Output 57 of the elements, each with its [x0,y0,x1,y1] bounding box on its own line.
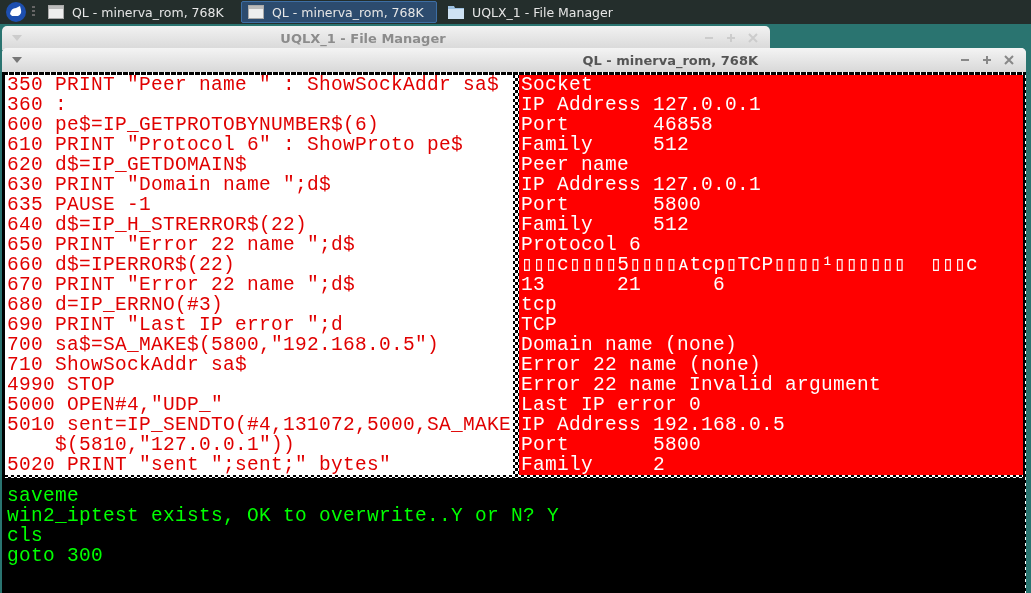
window-icon [48,5,64,19]
code-line: 650 PRINT "Error 22 name ";d$ [7,235,357,255]
window-title: UQLX_1 - File Manager [279,30,447,46]
code-line: 670 PRINT "Error 22 name ";d$ [7,275,357,295]
command-line: cls [7,526,43,546]
command-line: goto 300 [7,546,104,566]
folder-icon [448,5,464,19]
code-line: 5000 OPEN#4,"UDP_" [7,395,224,415]
window-title: QL - minerva_rom, 768K [581,52,759,68]
taskbar-button[interactable]: UQLX_1 - File Manager [441,1,637,23]
window-icon [248,5,264,19]
output-line: Domain name (none) [521,335,738,355]
output-line: Family 2 [521,455,667,475]
dropdown-arrow-icon[interactable] [12,57,22,63]
output-line: IP Address 127.0.0.1 [521,175,763,195]
output-line: Family 512 [521,135,691,155]
taskbar-button[interactable]: QL - minerva_rom, 768K [41,1,237,23]
output-line: Family 512 [521,215,691,235]
code-line: 680 d=IP_ERRNO(#3) [7,295,225,315]
output-line: Error 22 name Invalid argument [521,375,883,395]
output-line: Protocol 6 [521,235,643,255]
code-line: 350 PRINT "Peer name " : ShowSockAddr sa$ [7,75,501,95]
output-line: tcp [521,295,558,315]
code-line: 5010 sent=IP_SENDTO(#4,131072,5000,SA_MAKE [7,415,513,435]
output-line: IP Address 127.0.0.1 [521,95,763,115]
output-line: IP Address 192.168.0.5 [521,415,787,435]
code-line: $(5810,"127.0.0.1")) [54,435,296,455]
output-line: Port 5800 [521,435,703,455]
output-line: Peer name [521,155,630,175]
command-line: saveme [7,486,79,506]
output-line: Port 5800 [521,195,703,215]
code-line: 360 : [7,95,67,115]
code-line: 630 PRINT "Domain name ";d$ [7,175,333,195]
output-line: Port 46858 [521,115,715,135]
code-line: 635 PAUSE -1 [7,195,152,215]
close-icon[interactable] [1004,55,1014,65]
maximize-icon[interactable] [982,55,992,65]
code-line: 610 PRINT "Protocol 6" : ShowProto pe$ [7,135,465,155]
output-line: Error 22 name (none) [521,355,762,375]
output-line: TCP [521,315,557,335]
code-line: 700 sa$=SA_MAKE$(5800,"192.168.0.5") [7,335,441,355]
code-line: 690 PRINT "Last IP error ";d [7,315,344,335]
taskbar-button[interactable]: QL - minerva_rom, 768K [241,1,437,23]
code-line: 660 d$=IPERROR$(22) [7,255,237,275]
code-line: 600 pe$=IP_GETPROTOBYNUMBER$(6) [7,115,380,135]
mouse-logo-icon[interactable] [6,2,26,22]
output-line: ▯▯▯c▯▯▯▯5▯▯▯▯ᴀtcp▯TCP▯▯▯▯¹▯▯▯▯▯▯ ▯▯▯c [521,255,980,275]
code-line: 710 ShowSockAddr sa$ [7,355,248,375]
output-line: 13 21 6 [521,275,727,295]
code-line: 4990 STOP [7,375,116,395]
code-line: 640 d$=IP_H_STRERROR$(22) [7,215,309,235]
command-line: win2_iptest exists, OK to overwrite..Y or N? Y [7,506,561,526]
grip-icon [32,6,35,18]
output-line: Last IP error 0 [521,395,703,415]
output-line: Socket [521,75,593,95]
code-line: 5020 PRINT "sent ";sent;" bytes" [7,455,393,475]
code-line: 620 d$=IP_GETDOMAIN$ [7,155,249,175]
